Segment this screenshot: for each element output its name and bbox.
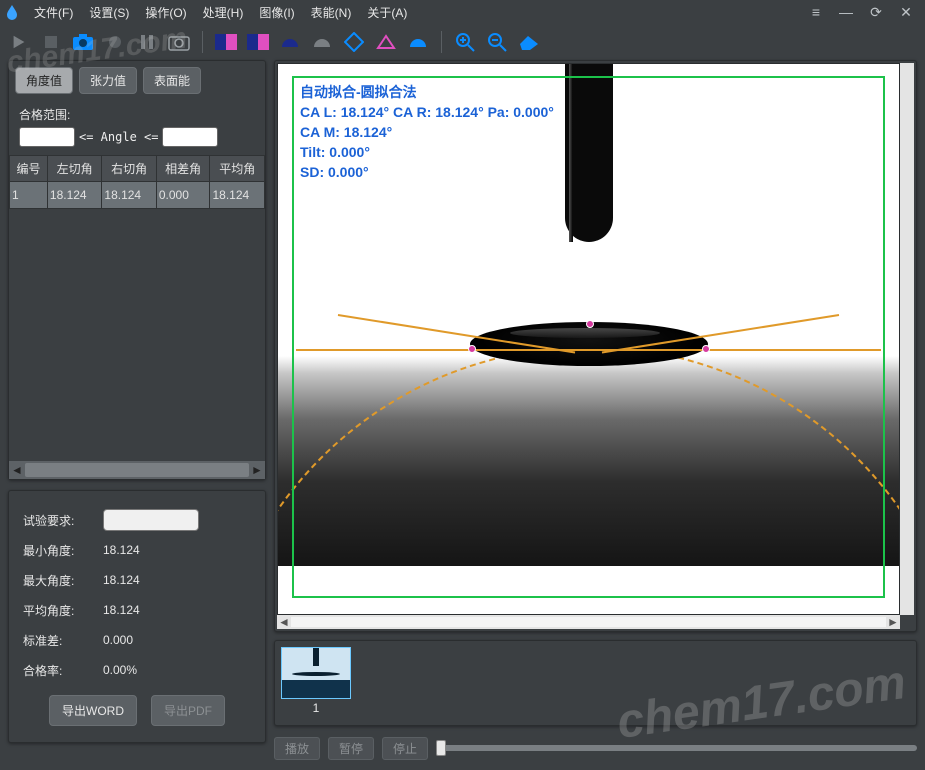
tab-tension[interactable]: 张力值: [79, 67, 137, 94]
diamond-icon[interactable]: [343, 31, 365, 53]
max-value: 18.124: [103, 573, 183, 587]
range-mid-text: <= Angle <=: [79, 130, 158, 144]
min-value: 18.124: [103, 543, 183, 557]
th-right: 右切角: [102, 156, 156, 182]
scroll-left-icon[interactable]: ◄: [9, 463, 25, 477]
export-pdf-button[interactable]: 导出PDF: [151, 695, 225, 726]
zoom-out-icon[interactable]: [486, 31, 508, 53]
img-scroll-left-icon[interactable]: ◄: [277, 615, 291, 629]
req-input[interactable]: [103, 509, 199, 531]
play-button[interactable]: 播放: [274, 737, 320, 760]
triangle-icon[interactable]: [375, 31, 397, 53]
sd-label: 标准差:: [23, 632, 103, 649]
avg-value: 18.124: [103, 603, 183, 617]
pause-button[interactable]: 暂停: [328, 737, 374, 760]
scroll-right-icon[interactable]: ►: [249, 463, 265, 477]
image-vscroll[interactable]: [900, 63, 914, 615]
play-icon[interactable]: [8, 31, 30, 53]
image-view[interactable]: 自动拟合-圆拟合法 CA L: 18.124° CA R: 18.124° Pa…: [277, 63, 900, 615]
pause-icon[interactable]: [136, 31, 158, 53]
sd-value: 0.000: [103, 633, 183, 647]
img-scroll-right-icon[interactable]: ►: [886, 615, 900, 629]
req-label: 试验要求:: [23, 512, 103, 529]
menu-process[interactable]: 处理(H): [203, 4, 244, 21]
minimize-icon[interactable]: —: [837, 4, 855, 20]
menu-settings[interactable]: 设置(S): [89, 4, 129, 21]
timeline-slider[interactable]: [436, 745, 917, 751]
menu-operate[interactable]: 操作(O): [145, 4, 186, 21]
stop-button[interactable]: 停止: [382, 737, 428, 760]
pass-label: 合格率:: [23, 662, 103, 679]
capture-icon[interactable]: [168, 31, 190, 53]
menu-image[interactable]: 图像(I): [259, 4, 294, 21]
drop-icon: [4, 4, 20, 20]
pass-value: 0.00%: [103, 663, 183, 677]
menu-about[interactable]: 关于(A): [367, 4, 407, 21]
camera-icon[interactable]: [72, 31, 94, 53]
th-diff: 相差角: [156, 156, 210, 182]
range-label: 合格范围:: [9, 100, 265, 125]
overlay-readout: 自动拟合-圆拟合法 CA L: 18.124° CA R: 18.124° Pa…: [300, 82, 554, 182]
max-label: 最大角度:: [23, 572, 103, 589]
avg-label: 平均角度:: [23, 602, 103, 619]
th-idx: 编号: [10, 156, 48, 182]
range-min-input[interactable]: [19, 127, 75, 147]
menu-file[interactable]: 文件(F): [34, 4, 73, 21]
thumbnail-1-label: 1: [281, 699, 351, 715]
fit-blue-icon[interactable]: [247, 31, 269, 53]
maximize-icon[interactable]: ⟳: [867, 4, 885, 21]
record-icon[interactable]: [104, 31, 126, 53]
half-drop-icon[interactable]: [279, 31, 301, 53]
tab-angle[interactable]: 角度值: [15, 67, 73, 94]
close-icon[interactable]: ✕: [897, 4, 915, 21]
stop-icon[interactable]: [40, 31, 62, 53]
th-left: 左切角: [47, 156, 101, 182]
export-word-button[interactable]: 导出WORD: [49, 695, 137, 726]
min-label: 最小角度:: [23, 542, 103, 559]
half-drop-gray-icon[interactable]: [311, 31, 333, 53]
thumbnail-1[interactable]: 1: [281, 647, 351, 715]
th-avg: 平均角: [210, 156, 265, 182]
eraser-icon[interactable]: [518, 31, 540, 53]
fit-pink-icon[interactable]: [215, 31, 237, 53]
half-blue2-icon[interactable]: [407, 31, 429, 53]
range-max-input[interactable]: [162, 127, 218, 147]
tab-energy[interactable]: 表面能: [143, 67, 201, 94]
menu-performance[interactable]: 表能(N): [311, 4, 352, 21]
table-hscroll[interactable]: ◄ ►: [9, 461, 265, 479]
zoom-in-icon[interactable]: [454, 31, 476, 53]
min-overflow-icon[interactable]: ≡: [807, 4, 825, 20]
image-hscroll[interactable]: ◄ ►: [277, 615, 914, 629]
table-row: 1 18.124 18.124 0.000 18.124: [10, 182, 265, 209]
